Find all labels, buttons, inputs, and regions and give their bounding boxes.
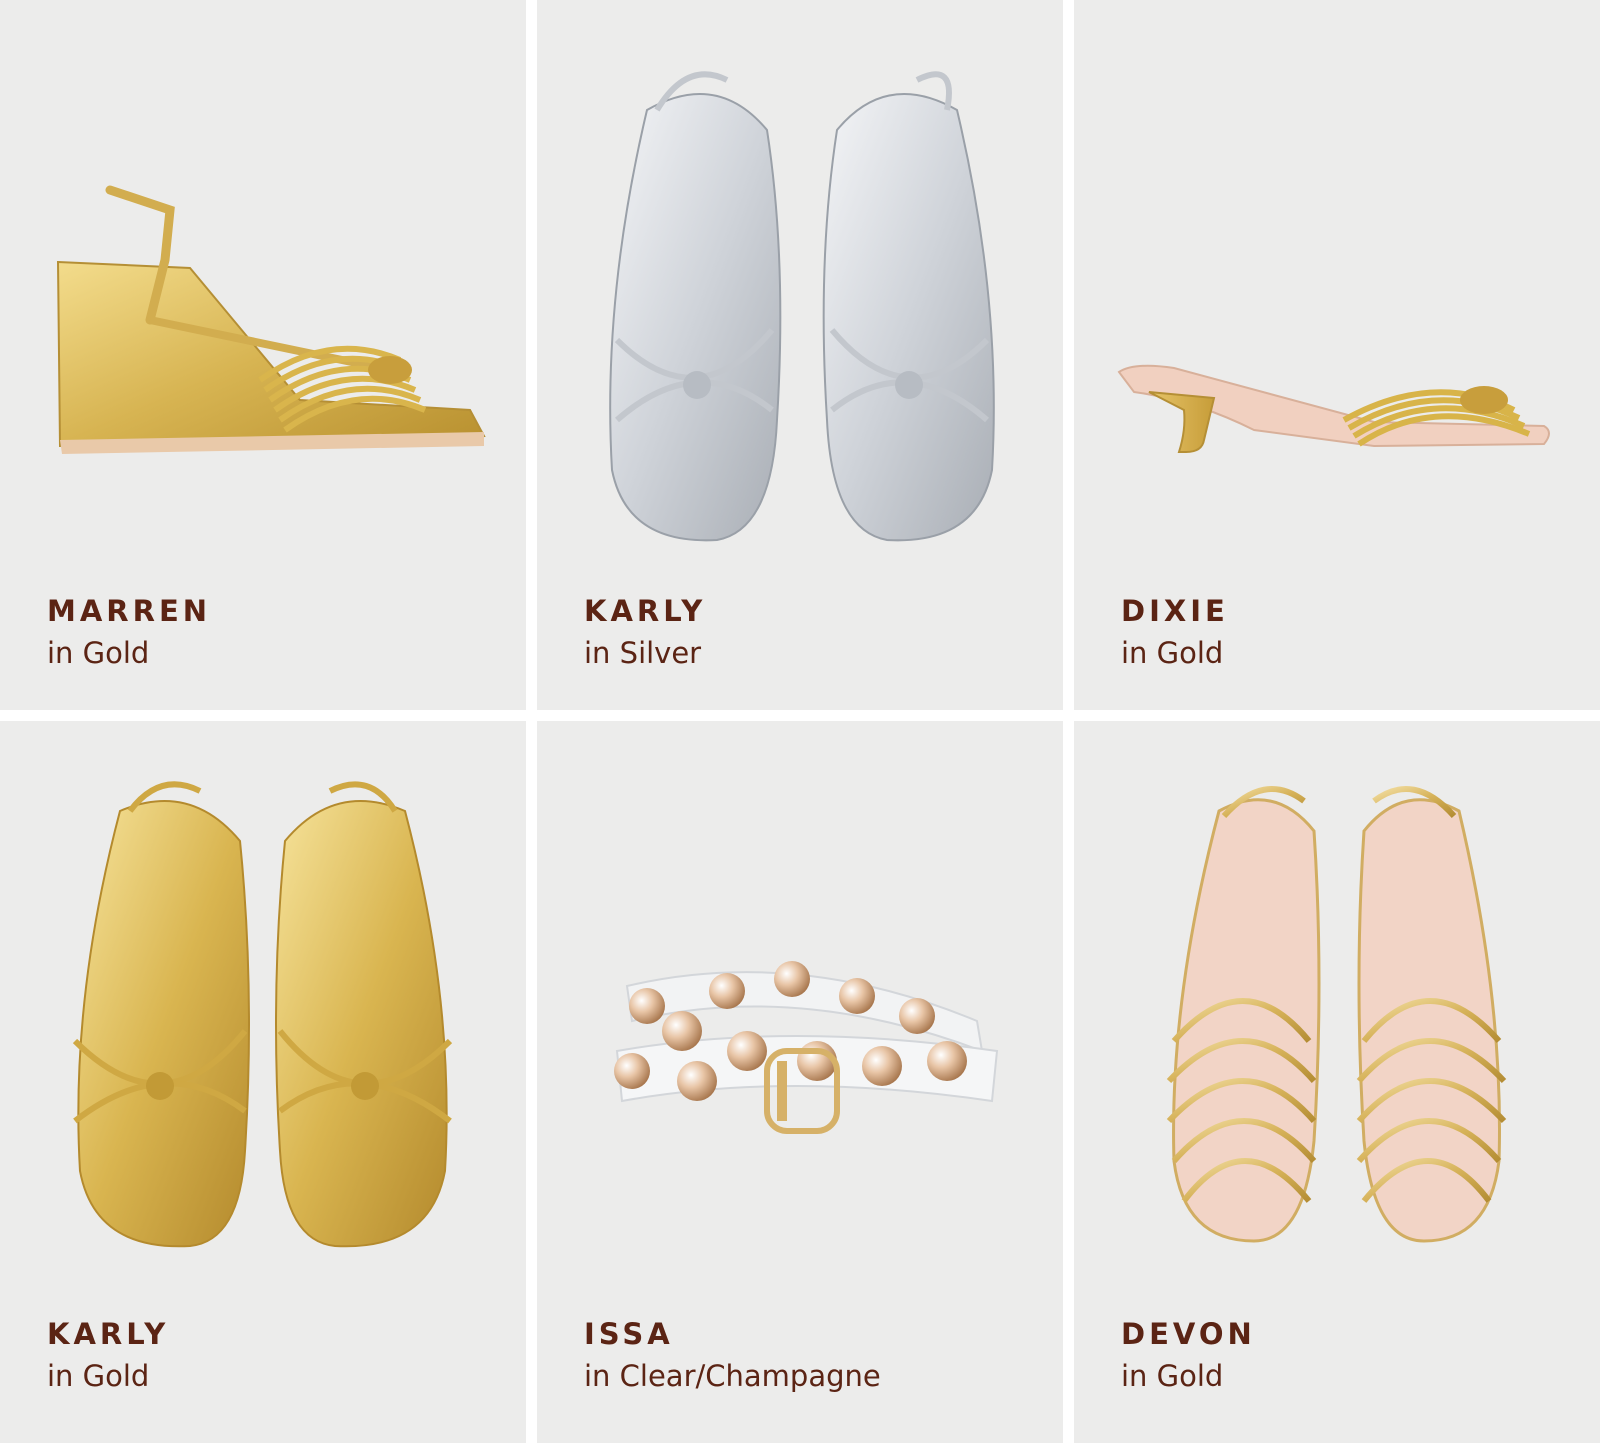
product-color: in Gold	[1121, 1359, 1224, 1393]
silver-flat-sandals-illustration	[609, 71, 995, 542]
product-image-issa-belt[interactable]	[537, 721, 1063, 1281]
gold-wedge-sandal-illustration	[56, 185, 486, 454]
product-card-dixie[interactable]: DIXIE in Gold	[1074, 0, 1600, 710]
product-image-devon-caged[interactable]	[1074, 721, 1600, 1281]
product-name[interactable]: KARLY	[584, 592, 706, 630]
product-color: in Silver	[584, 636, 702, 670]
product-image-karly-silver[interactable]	[537, 0, 1063, 560]
product-color: in Gold	[47, 1359, 150, 1393]
product-name[interactable]: DIXIE	[1121, 592, 1229, 630]
product-caption: DIXIE in Gold	[1121, 592, 1229, 674]
product-caption: KARLY in Silver	[584, 592, 706, 674]
product-name[interactable]: DEVON	[1121, 1315, 1256, 1353]
product-caption: DEVON in Gold	[1121, 1315, 1256, 1397]
gold-flat-sandals-illustration	[72, 781, 453, 1248]
product-image-marren-wedge[interactable]	[0, 0, 526, 560]
product-color: in Gold	[47, 636, 150, 670]
product-caption: ISSA in Clear/Champagne	[584, 1315, 881, 1397]
product-card-devon[interactable]: DEVON in Gold	[1074, 721, 1600, 1443]
product-image-karly-gold[interactable]	[0, 721, 526, 1281]
product-caption: MARREN in Gold	[47, 592, 211, 674]
product-name[interactable]: KARLY	[47, 1315, 169, 1353]
product-color: in Gold	[1121, 636, 1224, 670]
product-caption: KARLY in Gold	[47, 1315, 169, 1397]
product-image-dixie-mule[interactable]	[1074, 0, 1600, 560]
gold-caged-flat-sandals-illustration	[1166, 786, 1507, 1243]
product-name[interactable]: MARREN	[47, 592, 211, 630]
product-card-karly-gold[interactable]: KARLY in Gold	[0, 721, 526, 1443]
product-name[interactable]: ISSA	[584, 1315, 881, 1353]
clear-studded-belt-illustration	[614, 961, 999, 1134]
product-grid: MARREN in Gold KARLY in Silver DIXIE in …	[0, 0, 1600, 1443]
product-card-issa[interactable]: ISSA in Clear/Champagne	[537, 721, 1063, 1443]
gold-kitten-heel-mule-illustration	[1117, 364, 1550, 453]
product-color: in Clear/Champagne	[584, 1359, 881, 1393]
product-card-marren[interactable]: MARREN in Gold	[0, 0, 526, 710]
product-card-karly-silver[interactable]: KARLY in Silver	[537, 0, 1063, 710]
